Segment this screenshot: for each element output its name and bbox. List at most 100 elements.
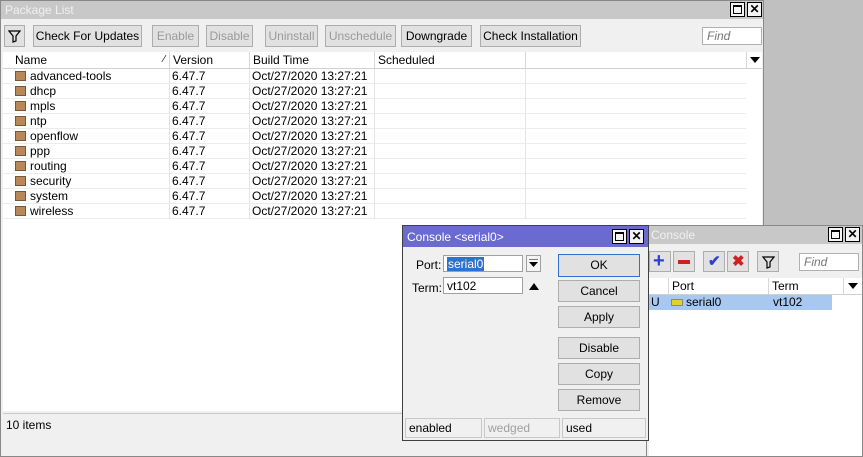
close-icon: ✕ (749, 2, 760, 16)
cross-icon: ✖ (732, 253, 745, 270)
dialog-maximize-button[interactable] (612, 229, 627, 244)
disable-item-button[interactable]: ✖ (727, 251, 749, 272)
ok-button[interactable]: OK (558, 254, 640, 277)
column-header-name[interactable]: Name ∕ (12, 52, 170, 68)
table-row[interactable]: security 6.47.7 Oct/27/2020 13:27:21 (3, 174, 746, 189)
package-name: openflow (30, 129, 79, 143)
column-header-port[interactable]: Port (669, 278, 769, 294)
package-version-cell: 6.47.7 (170, 144, 250, 159)
row-flag: U (651, 295, 660, 309)
enable-item-button[interactable]: ✔ (703, 251, 725, 272)
package-scheduled-cell (375, 129, 526, 144)
console-dialog: Console <serial0> ✕ Port: serial0 Term: … (402, 225, 649, 441)
table-row[interactable]: openflow 6.47.7 Oct/27/2020 13:27:21 (3, 129, 746, 144)
table-row[interactable]: mpls 6.47.7 Oct/27/2020 13:27:21 (3, 99, 746, 114)
package-list-titlebar[interactable]: Package List ✕ (1, 1, 763, 19)
port-dropdown-button[interactable] (526, 255, 541, 272)
add-button[interactable]: + (649, 250, 671, 272)
console-table-header: Port Term (649, 278, 862, 295)
port-select[interactable]: serial0 (443, 255, 523, 272)
cancel-button[interactable]: Cancel (558, 280, 640, 302)
remove-button[interactable]: Remove (558, 389, 640, 411)
package-icon (15, 86, 26, 96)
chevron-down-icon (529, 259, 538, 267)
table-row[interactable]: ntp 6.47.7 Oct/27/2020 13:27:21 (3, 114, 746, 129)
console-list-close-button[interactable]: ✕ (845, 227, 860, 242)
table-row[interactable]: U serial0 vt102 (649, 295, 832, 310)
disable-button[interactable]: Disable (206, 25, 253, 47)
package-find-input[interactable] (702, 27, 762, 45)
unschedule-button[interactable]: Unschedule (325, 25, 396, 47)
enable-button[interactable]: Enable (152, 25, 199, 47)
package-name: advanced-tools (30, 69, 112, 83)
chevron-down-icon (750, 57, 760, 63)
table-row[interactable]: routing 6.47.7 Oct/27/2020 13:27:21 (3, 159, 746, 174)
filler-cell (526, 159, 746, 174)
package-icon (15, 101, 26, 111)
term-label: Term: (412, 281, 442, 295)
port-value: serial0 (447, 257, 485, 271)
package-scheduled-cell (375, 159, 526, 174)
column-header-build-time[interactable]: Build Time (250, 52, 375, 68)
package-build-cell: Oct/27/2020 13:27:21 (250, 159, 375, 174)
console-list-titlebar[interactable]: Console ✕ (647, 226, 862, 244)
package-scheduled-cell (375, 99, 526, 114)
package-name-cell: security (3, 174, 170, 189)
package-icon (15, 131, 26, 141)
column-header-term[interactable]: Term (769, 278, 844, 294)
collapse-icon[interactable] (529, 283, 539, 290)
package-name: ppp (30, 144, 51, 158)
columns-menu-button[interactable] (746, 52, 762, 68)
console-dialog-titlebar[interactable]: Console <serial0> ✕ (403, 226, 648, 247)
table-row[interactable]: ppp 6.47.7 Oct/27/2020 13:27:21 (3, 144, 746, 159)
remove-button[interactable] (673, 251, 695, 272)
package-name: dhcp (30, 84, 57, 98)
package-scheduled-cell (375, 174, 526, 189)
package-version-cell: 6.47.7 (170, 129, 250, 144)
package-version-cell: 6.47.7 (170, 189, 250, 204)
plus-icon: + (653, 250, 665, 272)
term-input[interactable]: vt102 (443, 277, 523, 294)
package-build-cell: Oct/27/2020 13:27:21 (250, 99, 375, 114)
console-table-body: U serial0 vt102 (649, 295, 862, 456)
filler-cell (526, 204, 746, 219)
column-header-version[interactable]: Version (170, 52, 250, 68)
maximize-icon (615, 232, 624, 241)
filler-cell (526, 174, 746, 189)
console-find-input[interactable] (799, 253, 859, 271)
filter-button[interactable] (4, 25, 25, 47)
column-header-scheduled[interactable]: Scheduled (375, 52, 526, 68)
column-header-flag[interactable] (649, 278, 669, 294)
dialog-close-button[interactable]: ✕ (629, 229, 644, 244)
apply-button[interactable]: Apply (558, 306, 640, 328)
table-row[interactable]: system 6.47.7 Oct/27/2020 13:27:21 (3, 189, 746, 204)
package-icon (15, 206, 26, 216)
package-version-cell: 6.47.7 (170, 69, 250, 84)
console-list-maximize-button[interactable] (828, 227, 843, 242)
console-columns-menu-button[interactable] (845, 278, 861, 294)
package-icon (15, 191, 26, 201)
filler-cell (526, 84, 746, 99)
package-icon (15, 146, 26, 156)
package-version-cell: 6.47.7 (170, 159, 250, 174)
downgrade-button[interactable]: Downgrade (401, 25, 472, 47)
package-icon (15, 71, 26, 81)
close-button[interactable]: ✕ (747, 2, 762, 17)
table-row[interactable]: wireless 6.47.7 Oct/27/2020 13:27:21 (3, 204, 746, 219)
package-build-cell: Oct/27/2020 13:27:21 (250, 69, 375, 84)
package-icon (15, 176, 26, 186)
table-row[interactable]: advanced-tools 6.47.7 Oct/27/2020 13:27:21 (3, 69, 746, 84)
check-for-updates-button[interactable]: Check For Updates (33, 25, 142, 47)
copy-button[interactable]: Copy (558, 363, 640, 385)
table-row[interactable]: dhcp 6.47.7 Oct/27/2020 13:27:21 (3, 84, 746, 99)
disable-button[interactable]: Disable (558, 337, 640, 359)
uninstall-button[interactable]: Uninstall (265, 25, 318, 47)
console-filter-button[interactable] (757, 251, 779, 272)
package-version-cell: 6.47.7 (170, 174, 250, 189)
close-icon: ✕ (631, 229, 642, 243)
maximize-button[interactable] (730, 2, 745, 17)
item-count: 10 items (6, 418, 52, 432)
check-installation-button[interactable]: Check Installation (480, 25, 581, 47)
filler-cell (526, 69, 746, 84)
package-scheduled-cell (375, 84, 526, 99)
